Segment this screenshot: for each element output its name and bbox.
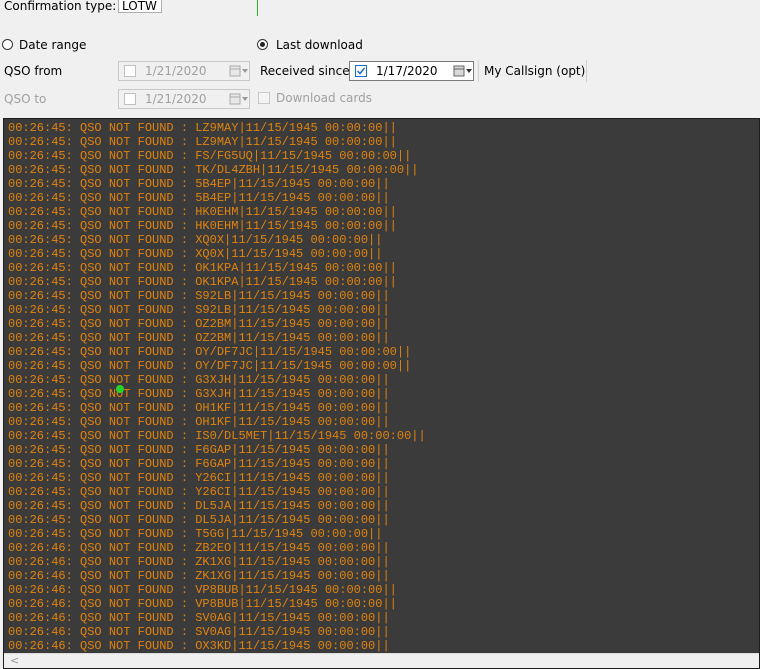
chevron-down-icon (242, 69, 248, 73)
log-line: 00:26:45: QSO NOT FOUND : OY/DF7JC|11/15… (8, 345, 412, 359)
qso-to-date-picker[interactable]: 1/21/2020 (118, 89, 250, 109)
radio-selected-dot (260, 42, 265, 47)
log-line: 00:26:46: QSO NOT FOUND : ZB2EO|11/15/19… (8, 541, 390, 555)
log-line: 00:26:45: QSO NOT FOUND : OK1KPA|11/15/1… (8, 275, 397, 289)
log-line: 00:26:45: QSO NOT FOUND : TK/DL4ZBH|11/1… (8, 163, 419, 177)
log-line: 00:26:45: QSO NOT FOUND : 5B4EP|11/15/19… (8, 191, 390, 205)
log-line: 00:26:45: QSO NOT FOUND : HK0EHM|11/15/1… (8, 205, 397, 219)
log-line: 00:26:45: QSO NOT FOUND : OH1KF|11/15/19… (8, 401, 390, 415)
log-line: 00:26:45: QSO NOT FOUND : DL5JA|11/15/19… (8, 499, 390, 513)
qso-to-checkbox[interactable] (124, 93, 136, 105)
chevron-left-icon[interactable]: < (10, 654, 19, 667)
qso-from-value: 1/21/2020 (145, 64, 207, 78)
confirmation-type-field[interactable]: LOTW (118, 0, 162, 13)
log-line: 00:26:45: QSO NOT FOUND : S92LB|11/15/19… (8, 289, 390, 303)
divider (478, 60, 479, 82)
received-since-label: Received since (260, 64, 350, 78)
log-line: 00:26:45: QSO NOT FOUND : Y26CI|11/15/19… (8, 471, 390, 485)
calendar-icon (229, 65, 241, 77)
log-line: 00:26:45: QSO NOT FOUND : LZ9MAY|11/15/1… (8, 121, 397, 135)
received-since-checkbox[interactable] (355, 65, 367, 77)
log-line: 00:26:45: QSO NOT FOUND : OH1KF|11/15/19… (8, 415, 390, 429)
qso-from-date-picker[interactable]: 1/21/2020 (118, 61, 250, 81)
log-line: 00:26:45: QSO NOT FOUND : 5B4EP|11/15/19… (8, 177, 390, 191)
log-line: 00:26:46: QSO NOT FOUND : ZK1XG|11/15/19… (8, 555, 390, 569)
my-callsign-label: My Callsign (opt) (484, 64, 586, 78)
log-line: 00:26:45: QSO NOT FOUND : OY/DF7JC|11/15… (8, 359, 412, 373)
log-line: 00:26:45: QSO NOT FOUND : XQ0X|11/15/194… (8, 247, 383, 261)
received-since-date-picker[interactable]: 1/17/2020 (349, 61, 474, 81)
cursor-indicator (116, 385, 124, 393)
date-range-radio[interactable] (2, 39, 13, 50)
log-line: 00:26:45: QSO NOT FOUND : XQ0X|11/15/194… (8, 233, 383, 247)
log-line: 00:26:46: QSO NOT FOUND : OX3KD|11/15/19… (8, 639, 390, 653)
chevron-down-icon (466, 69, 472, 73)
log-line: 00:26:45: QSO NOT FOUND : OK1KPA|11/15/1… (8, 261, 397, 275)
log-line: 00:26:45: QSO NOT FOUND : HK0EHM|11/15/1… (8, 219, 397, 233)
divider (586, 60, 587, 82)
log-line: 00:26:45: QSO NOT FOUND : OZ2BM|11/15/19… (8, 331, 390, 345)
log-line: 00:26:45: QSO NOT FOUND : F6GAP|11/15/19… (8, 443, 390, 457)
green-marker-line (257, 0, 258, 16)
log-line: 00:26:46: QSO NOT FOUND : SV0AG|11/15/19… (8, 625, 390, 639)
last-download-radio[interactable] (257, 39, 268, 50)
calendar-icon (229, 93, 241, 105)
download-cards-checkbox[interactable] (258, 92, 270, 104)
log-line: 00:26:46: QSO NOT FOUND : VP8BUB|11/15/1… (8, 597, 397, 611)
log-line: 00:26:45: QSO NOT FOUND : F6GAP|11/15/19… (8, 457, 390, 471)
log-line: 00:26:45: QSO NOT FOUND : DL5JA|11/15/19… (8, 513, 390, 527)
log-line: 00:26:45: QSO NOT FOUND : T5GG|11/15/194… (8, 527, 383, 541)
checkmark-icon (356, 67, 366, 75)
log-line: 00:26:45: QSO NOT FOUND : FS/FG5UQ|11/15… (8, 149, 412, 163)
log-line: 00:26:45: QSO NOT FOUND : S92LB|11/15/19… (8, 303, 390, 317)
log-line: 00:26:46: QSO NOT FOUND : VP8BUB|11/15/1… (8, 583, 397, 597)
last-download-label: Last download (276, 38, 363, 52)
horizontal-scrollbar[interactable]: < (4, 653, 759, 668)
log-line: 00:26:45: QSO NOT FOUND : LZ9MAY|11/15/1… (8, 135, 397, 149)
calendar-icon (453, 65, 465, 77)
log-output-panel[interactable]: 00:26:45: QSO NOT FOUND : LZ9MAY|11/15/1… (3, 118, 760, 669)
log-line: 00:26:45: QSO NOT FOUND : IS0/DL5MET|11/… (8, 429, 426, 443)
log-line: 00:26:46: QSO NOT FOUND : ZK1XG|11/15/19… (8, 569, 390, 583)
log-line: 00:26:46: QSO NOT FOUND : SV0AG|11/15/19… (8, 611, 390, 625)
confirmation-type-label: Confirmation type: (4, 0, 117, 13)
download-cards-label: Download cards (276, 91, 373, 105)
log-line: 00:26:45: QSO NOT FOUND : OZ2BM|11/15/19… (8, 317, 390, 331)
received-since-value: 1/17/2020 (376, 64, 438, 78)
qso-from-checkbox[interactable] (124, 65, 136, 77)
date-range-label: Date range (19, 38, 87, 52)
log-line: 00:26:45: QSO NOT FOUND : Y26CI|11/15/19… (8, 485, 390, 499)
qso-to-value: 1/21/2020 (145, 92, 207, 106)
chevron-down-icon (242, 97, 248, 101)
qso-from-label: QSO from (4, 64, 63, 78)
qso-to-label: QSO to (4, 92, 47, 106)
